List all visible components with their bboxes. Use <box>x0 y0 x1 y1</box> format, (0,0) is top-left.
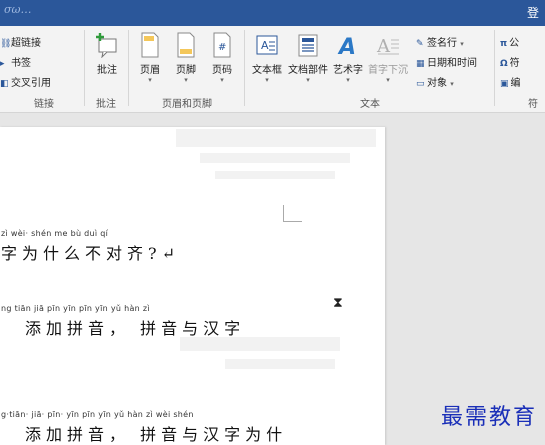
group-separator <box>244 30 245 106</box>
pinyin-line: g·tiān· jiā· pīn· yīn pīn yīn yǔ hàn zì … <box>1 410 194 419</box>
hourglass-icon: ⧗ <box>333 295 343 311</box>
text-group-label: 文本 <box>360 99 380 110</box>
symbol-button[interactable]: Ω符 <box>500 54 520 69</box>
render-artifact <box>200 153 350 163</box>
hyperlink-button[interactable]: ⛓超链接 <box>0 34 41 49</box>
new-comment-icon <box>96 33 117 58</box>
chevron-down-icon: ▾ <box>148 76 152 84</box>
text-box-button[interactable]: A 文本框 ▾ <box>250 32 284 84</box>
links-group-label: 链接 <box>34 99 54 110</box>
pinyin-line: zì wèi· shén me bù duì qí <box>1 229 109 238</box>
wordart-button[interactable]: A 艺术字 ▾ <box>332 32 364 84</box>
watermark: 最需教育 <box>440 405 537 430</box>
signature-line-button[interactable]: ✎ 签名行 ▾ <box>416 34 464 49</box>
svg-text:A: A <box>337 35 356 58</box>
bookmark-button[interactable]: ▸ 书签 <box>0 54 31 69</box>
chevron-down-icon: ▾ <box>220 76 224 84</box>
group-separator <box>494 30 495 106</box>
drop-cap-icon: A <box>376 36 399 57</box>
quick-parts-button[interactable]: 文档部件 ▾ <box>288 32 328 84</box>
margin-corner-mark <box>283 205 302 222</box>
pinyin-line: ng tiān jiā pīn yīn pīn yīn yǔ hàn zì <box>1 304 150 313</box>
title-bar: σω… 登 <box>0 0 545 26</box>
render-artifact <box>176 129 376 147</box>
render-artifact <box>225 359 335 369</box>
text-line[interactable]: 添加拼音， 拼音与汉字 <box>25 315 245 339</box>
chevron-down-icon: ▾ <box>460 40 464 48</box>
equation-button[interactable]: π公 <box>500 34 519 49</box>
page-number-button[interactable]: # 页码 ▾ <box>208 32 236 84</box>
calendar-icon: ▦ <box>416 59 425 69</box>
omega-icon: Ω <box>500 59 508 69</box>
date-time-button[interactable]: ▦ 日期和时间 <box>416 54 477 69</box>
chevron-down-icon: ▾ <box>386 76 390 84</box>
document-area[interactable]: zì wèi· shén me bù duì qí 字为什么不对齐?↵ ng t… <box>0 113 545 445</box>
cross-reference-icon: ◧ <box>0 79 9 89</box>
chevron-down-icon: ▾ <box>450 80 454 88</box>
chevron-down-icon: ▾ <box>346 76 350 84</box>
ribbon: ⛓超链接 ▸ 书签 ◧ 交叉引用 链接 批注 批注 页眉 ▾ 页脚 ▾ # 页码… <box>0 26 545 113</box>
cross-reference-button[interactable]: ◧ 交叉引用 <box>0 74 51 89</box>
comments-group-label: 批注 <box>96 99 116 110</box>
signature-icon: ✎ <box>416 39 424 49</box>
numbering-button[interactable]: ▣ 编 <box>500 74 521 89</box>
group-separator <box>84 30 85 106</box>
footer-icon <box>177 32 195 58</box>
header-icon <box>141 32 159 58</box>
header-footer-group-label: 页眉和页脚 <box>162 99 212 110</box>
group-separator <box>128 30 129 106</box>
svg-text:A: A <box>261 39 269 52</box>
object-button[interactable]: ▭ 对象 ▾ <box>416 74 454 89</box>
chevron-down-icon: ▾ <box>184 76 188 84</box>
text-line[interactable]: 字为什么不对齐?↵ <box>1 240 180 264</box>
text-box-icon: A <box>256 35 278 55</box>
numbering-icon: ▣ <box>500 79 509 89</box>
drop-cap-button[interactable]: A 首字下沉 ▾ <box>366 32 410 84</box>
wordart-icon: A <box>337 35 356 58</box>
document-page[interactable]: zì wèi· shén me bù duì qí 字为什么不对齐?↵ ng t… <box>0 127 385 445</box>
title-decoration: σω… <box>4 3 32 16</box>
bookmark-icon: ▸ <box>0 59 5 69</box>
page-number-icon: # <box>213 32 231 58</box>
header-button[interactable]: 页眉 ▾ <box>136 32 164 84</box>
hyperlink-icon: ⛓ <box>0 39 12 49</box>
new-comment-button[interactable]: 批注 <box>92 32 122 76</box>
login-button[interactable]: 登 <box>527 4 539 21</box>
footer-button[interactable]: 页脚 ▾ <box>172 32 200 84</box>
chevron-down-icon: ▾ <box>265 76 269 84</box>
quick-parts-icon <box>298 34 318 57</box>
render-artifact <box>215 171 335 179</box>
chevron-down-icon: ▾ <box>306 76 310 84</box>
pi-icon: π <box>500 39 508 49</box>
render-artifact <box>180 337 340 351</box>
symbols-group-label: 符 <box>528 99 538 110</box>
svg-text:#: # <box>218 42 226 53</box>
text-line[interactable]: 添加拼音， 拼音与汉字为什 <box>25 421 287 445</box>
object-icon: ▭ <box>416 79 425 89</box>
